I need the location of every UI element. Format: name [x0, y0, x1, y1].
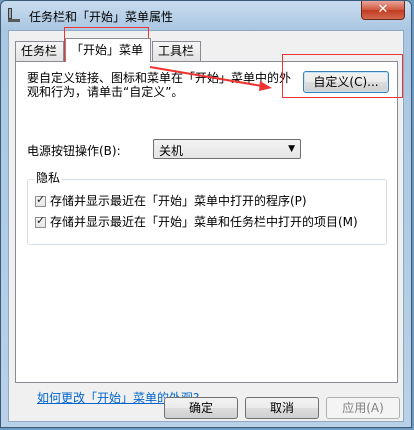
power-button-label: 电源按钮操作(B): [27, 144, 121, 158]
apply-button[interactable]: 应用(A) [326, 397, 400, 419]
tab-toolbars[interactable]: 工具栏 [152, 41, 201, 61]
privacy-group-title: 隐私 [34, 169, 63, 186]
taskbar-app-icon [8, 8, 20, 22]
title-bar[interactable]: 任务栏和「开始」菜单属性 ✕ [1, 1, 411, 29]
start-menu-panel: 要自定义链接、图标和菜单在「开始」菜单中的外观和行为，请单击“自定义”。 自定义… [15, 61, 398, 405]
ok-button[interactable]: 确定 [164, 397, 238, 419]
customize-description: 要自定义链接、图标和菜单在「开始」菜单中的外观和行为，请单击“自定义”。 [27, 71, 292, 99]
privacy-option-recent-programs[interactable]: ✓ 存储并显示最近在「开始」菜单中打开的程序(P) [35, 192, 307, 209]
chevron-down-icon: ▼ [288, 144, 295, 154]
power-button-select[interactable]: 关机 ▼ [153, 139, 301, 159]
power-button-value: 关机 [159, 144, 184, 158]
check-icon: ✓ [36, 214, 46, 227]
checkbox-label: 存储并显示最近在「开始」菜单和任务栏中打开的项目(M) [50, 215, 358, 229]
checkbox[interactable]: ✓ [35, 214, 46, 228]
privacy-group [27, 179, 387, 245]
check-icon: ✓ [36, 193, 46, 206]
checkbox[interactable]: ✓ [35, 193, 46, 207]
window-title: 任务栏和「开始」菜单属性 [29, 10, 174, 24]
close-icon: ✕ [377, 2, 389, 17]
annotation-box-customize [282, 54, 403, 98]
privacy-option-recent-items[interactable]: ✓ 存储并显示最近在「开始」菜单和任务栏中打开的项目(M) [35, 213, 358, 230]
checkbox-label: 存储并显示最近在「开始」菜单中打开的程序(P) [50, 194, 307, 208]
close-button[interactable]: ✕ [361, 1, 405, 20]
cancel-button[interactable]: 取消 [245, 397, 319, 419]
tab-taskbar[interactable]: 任务栏 [15, 41, 64, 61]
tab-start-menu[interactable]: 「开始」菜单 [65, 38, 151, 62]
